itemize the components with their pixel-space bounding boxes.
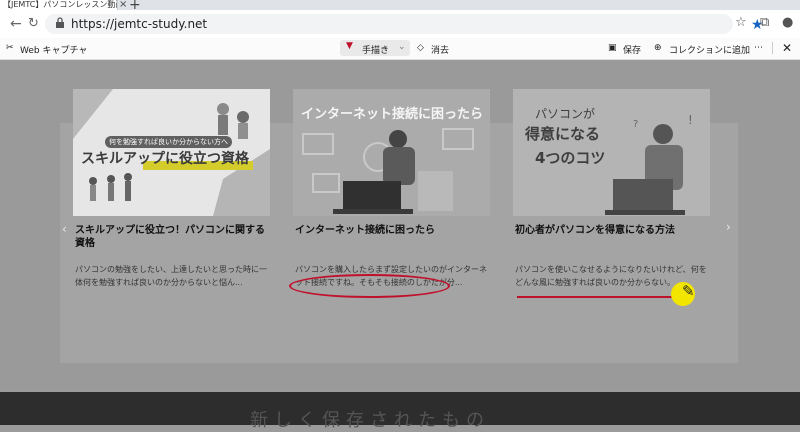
draw-button[interactable]: ▼ 手描き ⌄ — [340, 40, 410, 56]
web-capture-icon: ✂ — [6, 43, 14, 53]
erase-button[interactable]: 消去 — [431, 43, 449, 56]
card-title[interactable]: 初心者がパソコンを得意になる方法 — [515, 224, 710, 237]
card-description: パソコンの勉強をしたい、上達したいと思った時に一体何を勉強すれば良いのか分からな… — [75, 265, 267, 287]
profile-icon[interactable]: ● — [782, 15, 793, 30]
pen-icon: ▼ — [346, 41, 353, 51]
thumbnail-subtitle: 何を勉強すれば良いか分からない方へ — [105, 136, 232, 148]
carousel-prev-icon[interactable]: ‹ — [62, 222, 67, 236]
card-thumbnail: 何を勉強すれば良いか分からない方へ スキルアップに役立つ資格 — [73, 89, 270, 216]
pen-cursor-icon: ✎ — [682, 282, 695, 300]
thumbnail-headline: インターネット接続に困ったら — [301, 107, 484, 122]
article-card[interactable]: インターネット接続に困ったら インターネット接続に困ったら パソコンを購入したら… — [293, 89, 490, 359]
card-thumbnail: ! ? パソコンが 得意になる 4つのコツ — [513, 89, 710, 216]
more-icon[interactable]: ⋯ — [754, 43, 763, 53]
refresh-icon[interactable]: ↻ — [28, 16, 39, 31]
save-button[interactable]: 保存 — [623, 43, 641, 56]
article-card[interactable]: 何を勉強すれば良いか分からない方へ スキルアップに役立つ資格 スキルアップに役立… — [73, 89, 270, 359]
thumbnail-line1: パソコンが — [535, 107, 596, 121]
eraser-icon: ◇ — [417, 43, 424, 53]
divider — [772, 42, 773, 54]
caption-text: 新しく保存されたもの — [250, 410, 490, 431]
carousel-next-icon[interactable]: › — [726, 220, 731, 234]
svg-text:?: ? — [633, 119, 638, 130]
browser-tab[interactable]: 【JEMTC】パソコンレッスン動画～もっと — [0, 0, 118, 10]
tab-strip: 【JEMTC】パソコンレッスン動画～もっと × + — [0, 0, 800, 13]
svg-text:!: ! — [688, 113, 693, 127]
web-capture-toolbar: ✂ Web キャプチャ ▼ 手描き ⌄ ◇ 消去 ▣ 保存 ⊕ コレクションに追… — [0, 38, 800, 60]
url-text: https://jemtc-study.net — [71, 17, 208, 31]
article-card[interactable]: ! ? パソコンが 得意になる 4つのコツ 初心者がパソコンを得意になる方法 パ… — [513, 89, 710, 359]
close-icon[interactable]: ✕ — [782, 41, 792, 55]
favorites-icon[interactable]: ☆ — [735, 15, 747, 30]
video-caption-area: 新しく保存されたもの — [0, 392, 800, 431]
draw-label: 手描き — [362, 46, 390, 56]
card-title[interactable]: スキルアップに役立つ！パソコンに関する資格 — [75, 224, 270, 250]
lock-icon — [56, 17, 64, 28]
tab-title: 【JEMTC】パソコンレッスン動画～もっと — [3, 0, 117, 9]
thumbnail-headline: スキルアップに役立つ資格 — [81, 151, 249, 167]
save-icon: ▣ — [608, 43, 617, 53]
chevron-down-icon[interactable]: ⌄ — [398, 42, 406, 52]
ink-circle-annotation — [289, 274, 450, 298]
ink-underline-annotation — [517, 296, 690, 298]
web-capture-title: Web キャプチャ — [20, 46, 88, 56]
address-bar-row: ← ↻ https://jemtc-study.net ★ ☆ ⧉ ● — [0, 10, 800, 39]
address-bar[interactable]: https://jemtc-study.net ★ — [45, 14, 764, 34]
thumbnail-line3: 4つのコツ — [535, 149, 606, 167]
collections-icon[interactable]: ⧉ — [760, 15, 769, 30]
back-icon[interactable]: ← — [10, 16, 22, 32]
tab-close-icon[interactable]: × — [119, 0, 127, 10]
card-thumbnail: インターネット接続に困ったら — [293, 89, 490, 216]
thumbnail-line2: 得意になる — [525, 125, 601, 143]
collection-icon: ⊕ — [654, 43, 662, 53]
add-collection-button[interactable]: コレクションに追加 — [669, 43, 750, 56]
card-title[interactable]: インターネット接続に困ったら — [295, 224, 490, 237]
